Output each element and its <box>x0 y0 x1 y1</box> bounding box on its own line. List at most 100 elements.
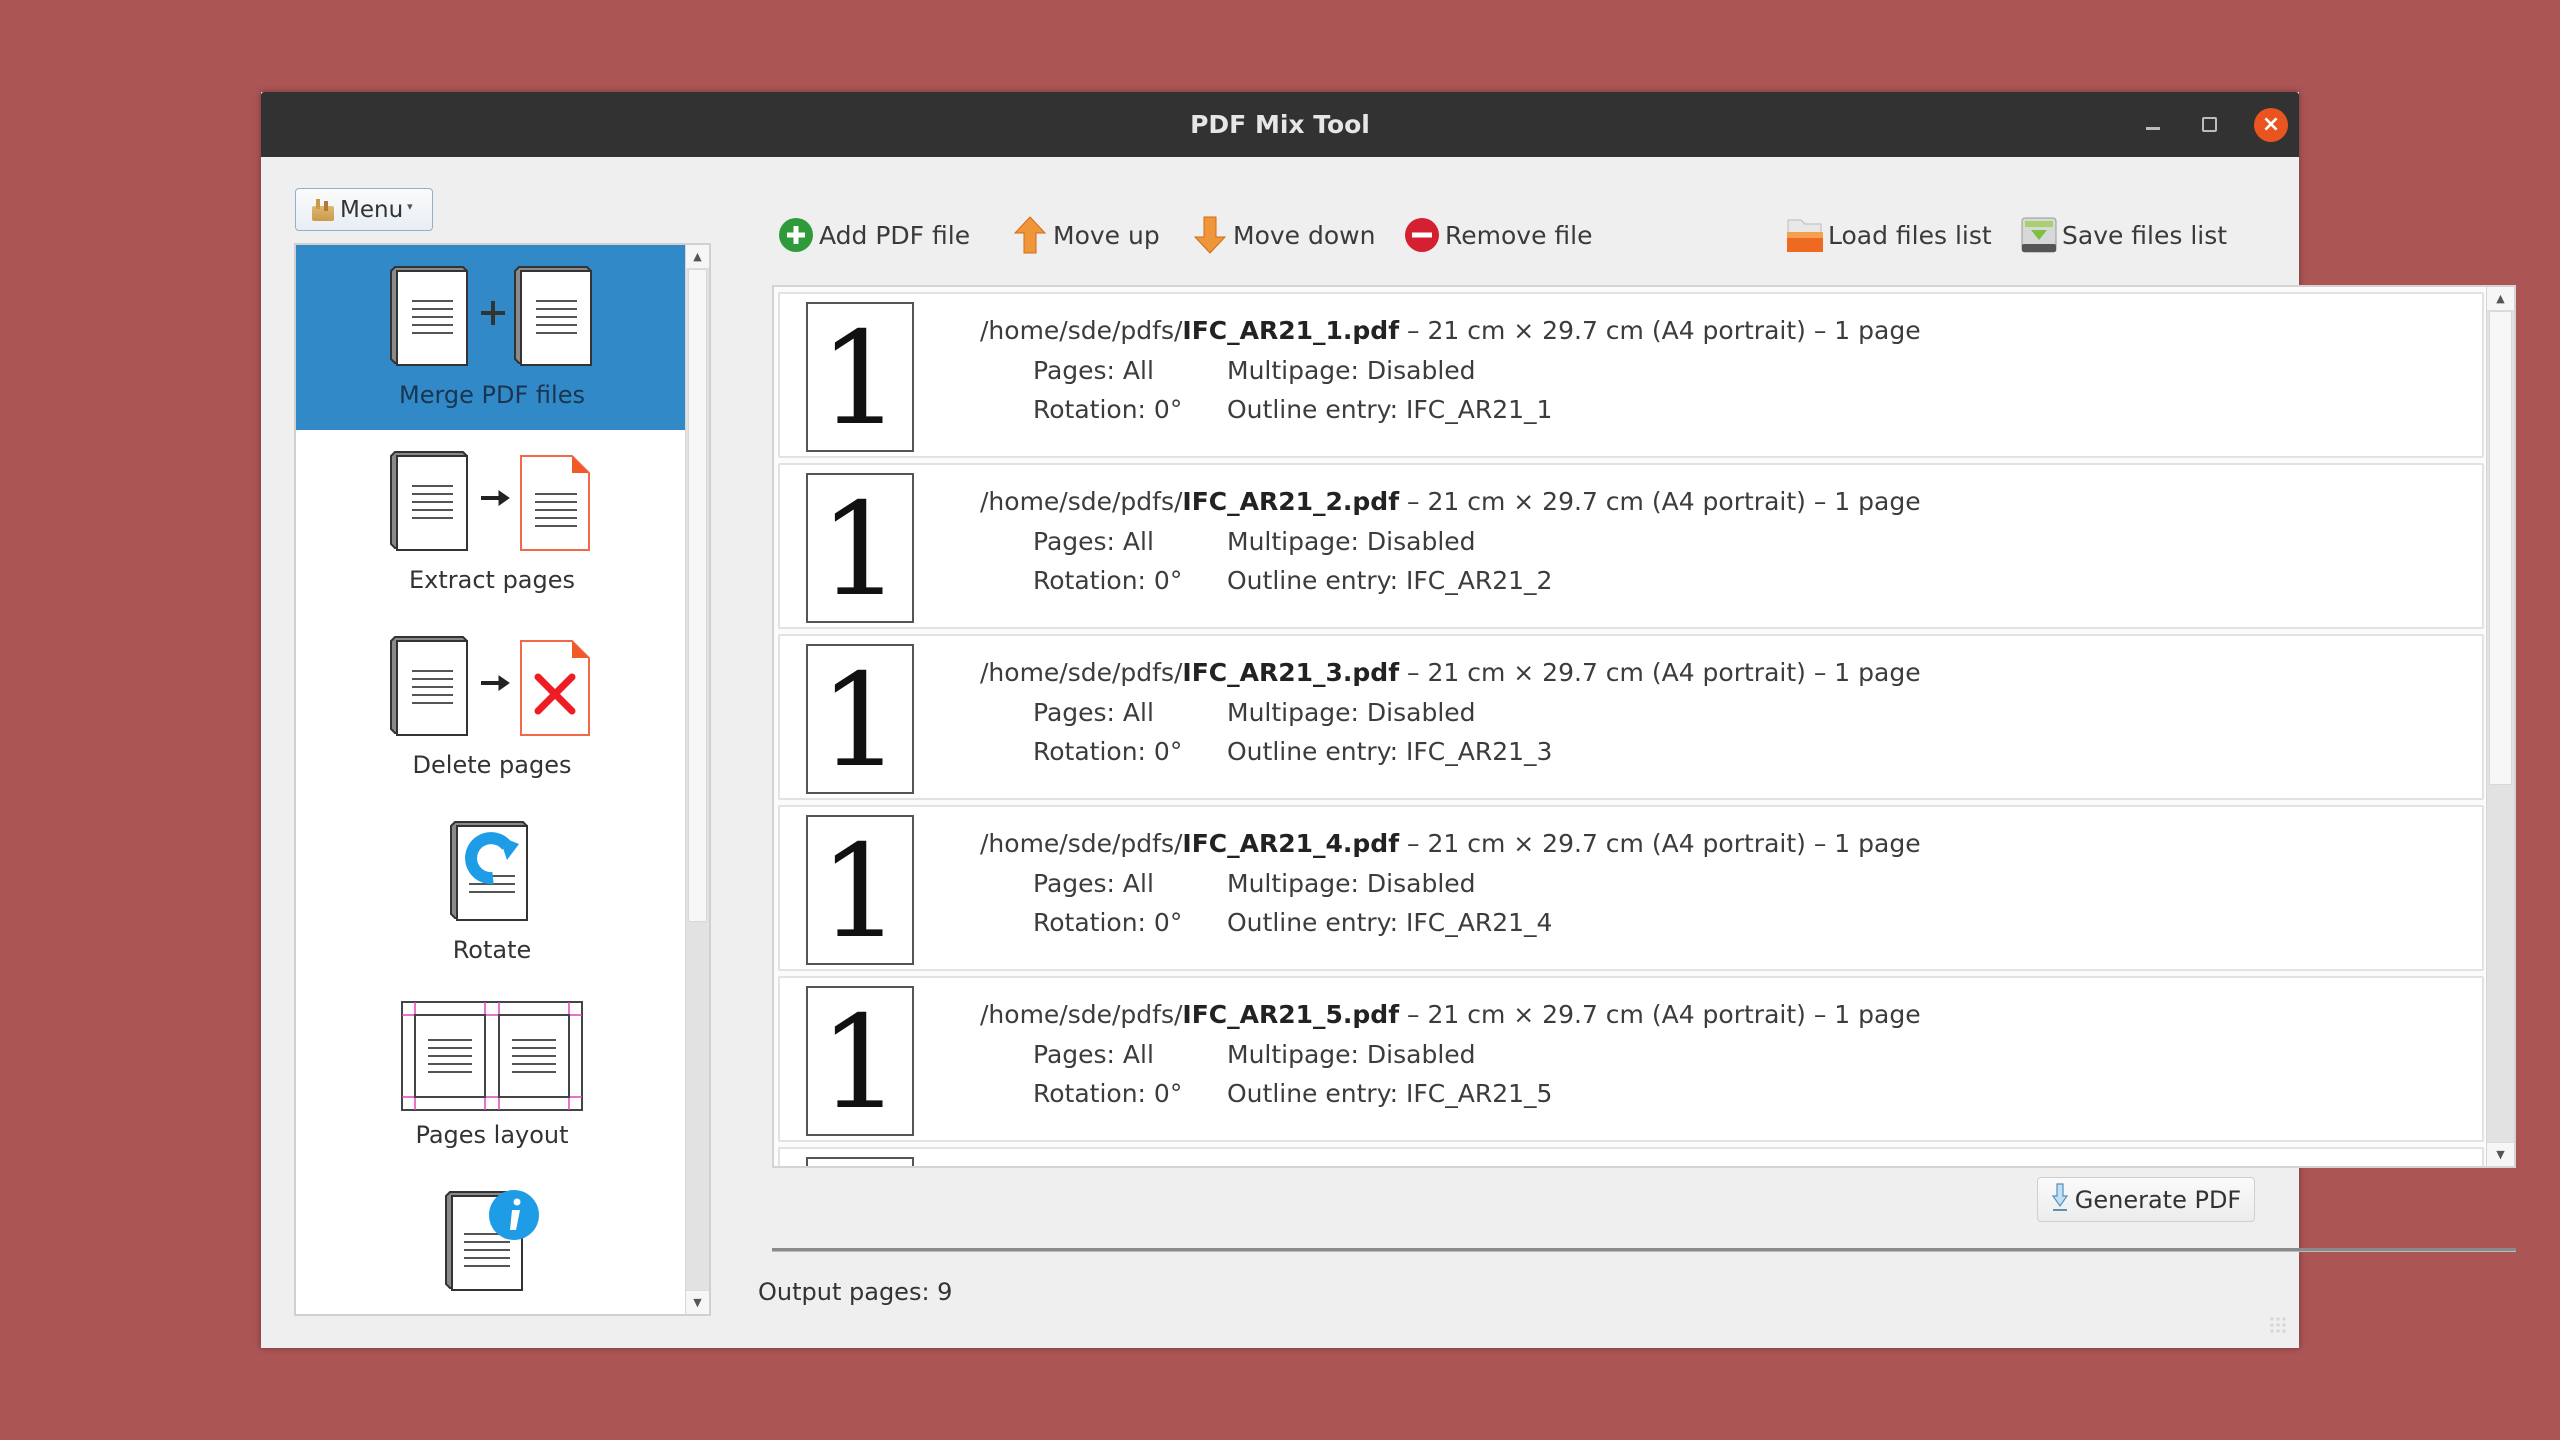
file-list-scrollbar[interactable]: ▲ ▼ <box>2486 287 2514 1166</box>
file-path-line: /home/sde/pdfs/IFC_AR21_3.pdf – 21 cm × … <box>980 658 1921 698</box>
file-path-line: /home/sde/pdfs/IFC_AR21_2.pdf – 21 cm × … <box>980 487 1921 527</box>
rotation-setting: Rotation: 0° <box>1033 908 1183 937</box>
thumbnail-page-number: 1 <box>819 989 901 1138</box>
resize-grip[interactable] <box>2269 1316 2287 1334</box>
pdf-file-list[interactable]: 1 /home/sde/pdfs/IFC_AR21_1.pdf – 21 cm … <box>772 285 2516 1168</box>
remove-icon <box>1401 214 1443 256</box>
remove-file-label: Remove file <box>1445 220 1593 250</box>
file-list-item[interactable]: 1 /home/sde/pdfs/IFC_AR21_3.pdf – 21 cm … <box>778 634 2484 800</box>
sidebar-item-document-info[interactable] <box>296 1170 688 1314</box>
page-thumbnail: 1 <box>806 815 914 965</box>
scroll-down-arrow-icon[interactable]: ▼ <box>686 1290 709 1314</box>
title-bar[interactable]: PDF Mix Tool × <box>261 92 2299 157</box>
arrow-down-icon <box>1189 214 1231 256</box>
window-title: PDF Mix Tool <box>1190 110 1370 139</box>
toolbar: Add PDF file Move up Move down Remove fi… <box>261 210 2299 260</box>
minimize-button[interactable] <box>2133 92 2173 157</box>
sidebar-item-rotate[interactable]: Rotate <box>296 800 688 985</box>
save-files-list-button[interactable]: Save files list <box>2018 210 2227 260</box>
file-details: – 21 cm × 29.7 cm (A4 portrait) – 1 page <box>1399 316 1921 345</box>
file-list-scrollbar-thumb[interactable] <box>2489 311 2512 785</box>
pages-setting: Pages: All <box>1033 527 1154 556</box>
sidebar-item-pages-layout[interactable]: Pages layout <box>296 985 688 1170</box>
rotation-setting: Rotation: 0° <box>1033 566 1183 595</box>
file-list-item-partial[interactable] <box>778 1147 2484 1166</box>
scroll-down-arrow-icon[interactable]: ▼ <box>2487 1142 2514 1166</box>
file-name: IFC_AR21_5.pdf <box>1182 1000 1400 1029</box>
page-thumbnail <box>806 1157 914 1166</box>
generate-pdf-icon <box>2051 1182 2069 1218</box>
page-thumbnail: 1 <box>806 473 914 623</box>
multipage-setting: Multipage: Disabled <box>1227 869 1476 898</box>
close-button[interactable]: × <box>2252 92 2290 157</box>
thumbnail-page-number: 1 <box>819 476 901 625</box>
file-list-item[interactable]: 1 /home/sde/pdfs/IFC_AR21_2.pdf – 21 cm … <box>778 463 2484 629</box>
save-drive-icon <box>2018 214 2060 256</box>
add-pdf-file-label: Add PDF file <box>819 220 971 250</box>
thumbnail-page-number: 1 <box>819 647 901 796</box>
load-files-list-button[interactable]: Load files list <box>1784 210 1992 260</box>
move-down-button[interactable]: Move down <box>1189 210 1375 260</box>
outline-entry: Outline entry: IFC_AR21_2 <box>1227 566 1553 595</box>
move-up-button[interactable]: Move up <box>1009 210 1160 260</box>
pages-setting: Pages: All <box>1033 869 1154 898</box>
page-thumbnail: 1 <box>806 986 914 1136</box>
multipage-setting: Multipage: Disabled <box>1227 698 1476 727</box>
generate-pdf-button[interactable]: Generate PDF <box>2037 1177 2255 1222</box>
multipage-setting: Multipage: Disabled <box>1227 356 1476 385</box>
add-icon <box>775 214 817 256</box>
outline-entry: Outline entry: IFC_AR21_5 <box>1227 1079 1553 1108</box>
maximize-button[interactable] <box>2189 92 2229 157</box>
sidebar-item-merge[interactable]: Merge PDF files <box>296 245 688 430</box>
page-thumbnail: 1 <box>806 644 914 794</box>
thumbnail-page-number: 1 <box>819 305 901 454</box>
multipage-setting: Multipage: Disabled <box>1227 1040 1476 1069</box>
arrow-up-icon <box>1009 214 1051 256</box>
file-name: IFC_AR21_2.pdf <box>1182 487 1400 516</box>
file-details: – 21 cm × 29.7 cm (A4 portrait) – 1 page <box>1399 1000 1921 1029</box>
file-path-line: /home/sde/pdfs/IFC_AR21_1.pdf – 21 cm × … <box>980 316 1921 356</box>
file-name: IFC_AR21_4.pdf <box>1182 829 1400 858</box>
file-list-item[interactable]: 1 /home/sde/pdfs/IFC_AR21_5.pdf – 21 cm … <box>778 976 2484 1142</box>
sidebar-scrollbar-thumb[interactable] <box>688 269 707 922</box>
sidebar-item-label: Pages layout <box>415 1121 569 1149</box>
sidebar-item-label: Delete pages <box>412 751 572 779</box>
pages-setting: Pages: All <box>1033 356 1154 385</box>
thumbnail-page-number: 1 <box>819 818 901 967</box>
rotation-setting: Rotation: 0° <box>1033 737 1183 766</box>
separator <box>772 1248 2516 1252</box>
sidebar-item-extract-pages[interactable]: Extract pages <box>296 430 688 615</box>
outline-entry: Outline entry: IFC_AR21_1 <box>1227 395 1553 424</box>
sidebar-item-label: Extract pages <box>408 566 576 594</box>
outline-entry: Outline entry: IFC_AR21_3 <box>1227 737 1553 766</box>
rotate-icon <box>447 816 537 926</box>
scroll-up-arrow-icon[interactable]: ▲ <box>2487 287 2514 311</box>
load-files-list-label: Load files list <box>1828 220 1992 250</box>
folder-open-icon <box>1784 214 1826 256</box>
save-files-list-label: Save files list <box>2062 220 2228 250</box>
file-details: – 21 cm × 29.7 cm (A4 portrait) – 1 page <box>1399 829 1921 858</box>
sidebar-scrollbar[interactable]: ▲ ▼ <box>685 245 709 1314</box>
file-details: – 21 cm × 29.7 cm (A4 portrait) – 1 page <box>1399 658 1921 687</box>
delete-pages-icon <box>387 631 597 741</box>
extract-pages-icon <box>387 446 597 556</box>
file-directory: /home/sde/pdfs/ <box>980 316 1183 345</box>
file-directory: /home/sde/pdfs/ <box>980 658 1183 687</box>
pages-setting: Pages: All <box>1033 1040 1154 1069</box>
outline-entry: Outline entry: IFC_AR21_4 <box>1227 908 1553 937</box>
operations-sidebar: Merge PDF files Extract pages Delete pag… <box>294 243 711 1316</box>
output-pages-status: Output pages: 9 <box>758 1278 953 1306</box>
pages-layout-icon <box>400 1001 584 1111</box>
file-list-item[interactable]: 1 /home/sde/pdfs/IFC_AR21_4.pdf – 21 cm … <box>778 805 2484 971</box>
sidebar-item-label: Merge PDF files <box>399 381 585 409</box>
remove-file-button[interactable]: Remove file <box>1401 210 1592 260</box>
sidebar-item-label: Rotate <box>452 936 532 964</box>
rotation-setting: Rotation: 0° <box>1033 395 1183 424</box>
generate-pdf-label: Generate PDF <box>2074 1185 2242 1214</box>
file-details: – 21 cm × 29.7 cm (A4 portrait) – 1 page <box>1399 487 1921 516</box>
maximize-icon <box>2201 117 2217 132</box>
file-list-item[interactable]: 1 /home/sde/pdfs/IFC_AR21_1.pdf – 21 cm … <box>778 292 2484 458</box>
file-directory: /home/sde/pdfs/ <box>980 487 1183 516</box>
sidebar-item-delete-pages[interactable]: Delete pages <box>296 615 688 800</box>
add-pdf-file-button[interactable]: Add PDF file <box>775 210 970 260</box>
